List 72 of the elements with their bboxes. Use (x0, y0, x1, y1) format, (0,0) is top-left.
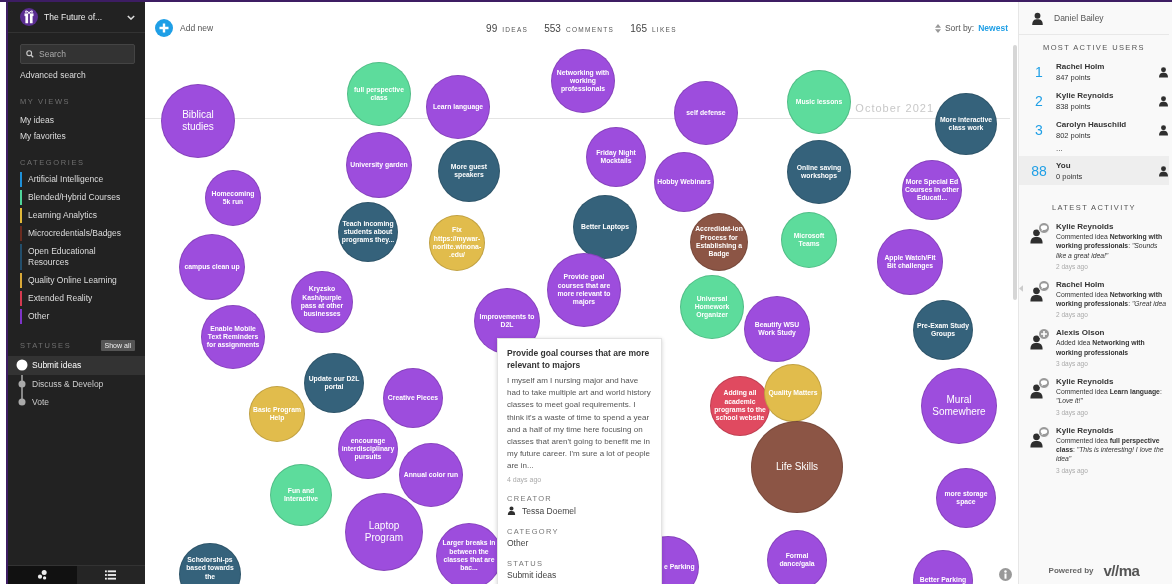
powered-by-label: Powered by (1048, 565, 1094, 575)
comment-badge-icon (1038, 222, 1050, 234)
workspace-title[interactable]: The Future of... (44, 12, 121, 22)
plus-badge-icon (1038, 328, 1050, 341)
search-icon (26, 50, 34, 58)
user-name: Kylie Reynolds (1056, 425, 1114, 435)
person-icon (507, 506, 516, 516)
comment-badge-icon (1038, 377, 1050, 390)
status-item[interactable]: Submit ideas (8, 356, 145, 375)
bubbles-icon (36, 570, 48, 580)
creator-name: Tessa Doemel (522, 505, 576, 516)
user-avatar-icon (1029, 431, 1044, 448)
user-avatar-icon (1029, 334, 1044, 351)
current-user-name[interactable]: Daniel Bailey (1054, 13, 1104, 23)
status-dot-icon (16, 359, 28, 372)
user-avatar-icon (1158, 65, 1169, 78)
idea-bubble[interactable]: Laptop Program (345, 493, 423, 571)
user-name: Rachel Holm (1056, 61, 1105, 71)
rank-number: 88 (1030, 162, 1048, 179)
sort-icon (934, 23, 941, 33)
user-avatar-icon (1031, 11, 1044, 25)
user-avatar-icon (1158, 164, 1169, 177)
user-name: Alexis Olson (1056, 328, 1105, 338)
idea-bubble[interactable]: Biblical studies (161, 84, 235, 158)
idea-bubble[interactable]: Life Skills (751, 421, 843, 513)
user-avatar-icon (1158, 123, 1169, 136)
search-field[interactable]: Search (20, 44, 135, 64)
user-name: Kylie Reynolds (1056, 377, 1114, 387)
stat-count: 99 (486, 22, 498, 34)
workspace-logo (20, 8, 38, 26)
status-item[interactable]: Discuss & Develop (8, 374, 145, 393)
comment-badge-icon (1038, 279, 1050, 292)
user-avatar-icon (1029, 383, 1044, 400)
view-tab[interactable] (8, 566, 77, 584)
category-item[interactable]: Quality Online Learning (28, 273, 117, 288)
rank-number: 3 (1034, 121, 1044, 138)
category-item[interactable]: Extended Reality (28, 291, 93, 306)
user-name: Kylie Reynolds (1056, 90, 1114, 100)
user-avatar-icon (1029, 285, 1044, 302)
status-item[interactable]: Vote (8, 393, 145, 412)
user-avatar-icon (1029, 228, 1044, 244)
category-item[interactable]: Microcredentials/Badges (28, 226, 122, 241)
category-item[interactable]: Learning Analytics (28, 208, 97, 223)
advanced-search-link[interactable]: Advanced search (20, 70, 86, 80)
info-icon[interactable] (999, 568, 1012, 581)
chevron-down-icon[interactable] (127, 14, 135, 20)
user-avatar-icon (1158, 94, 1169, 107)
idea-description: I myself am I nursing major and have had to take multiple art and world history classes to meet goal requirements. I think it's a waste of time to spend a year and a half of my time here focusing on classes that aren't going to benefit me in my future career. I'm sure a lot of people are in... (507, 375, 652, 473)
user-name: Carolyn Hauschild (1056, 119, 1127, 129)
rank-number: 2 (1034, 92, 1044, 109)
category-item[interactable]: Open Educational Resources (28, 244, 135, 270)
rank-number: 1 (1034, 63, 1044, 80)
sort-button[interactable]: Sort by: Newest (934, 23, 1008, 33)
ellipsis: ... (1055, 145, 1064, 153)
user-name: You (1056, 160, 1071, 170)
status-value: Submit ideas (507, 569, 557, 580)
category-item[interactable]: Blended/Hybrid Courses (28, 190, 121, 205)
plus-icon (155, 19, 173, 37)
idea-bubble[interactable]: Mural Somewhere (921, 368, 997, 444)
stat-count: 165 (630, 22, 647, 34)
list-icon (105, 570, 117, 580)
comment-badge-icon (1038, 425, 1050, 438)
user-name: Rachel Holm (1056, 279, 1105, 289)
category-item[interactable]: Artificial Intelligence (28, 172, 104, 187)
view-link[interactable]: My ideas (20, 115, 54, 125)
category-item[interactable]: Other (28, 309, 50, 324)
stat-count: 553 (544, 22, 561, 34)
view-link[interactable]: My favorites (20, 131, 66, 141)
category-value: Other (507, 537, 529, 548)
add-new-button[interactable]: Add new (155, 19, 214, 37)
brand-logo[interactable]: v//ma (1103, 561, 1140, 579)
user-name: Kylie Reynolds (1056, 222, 1114, 231)
